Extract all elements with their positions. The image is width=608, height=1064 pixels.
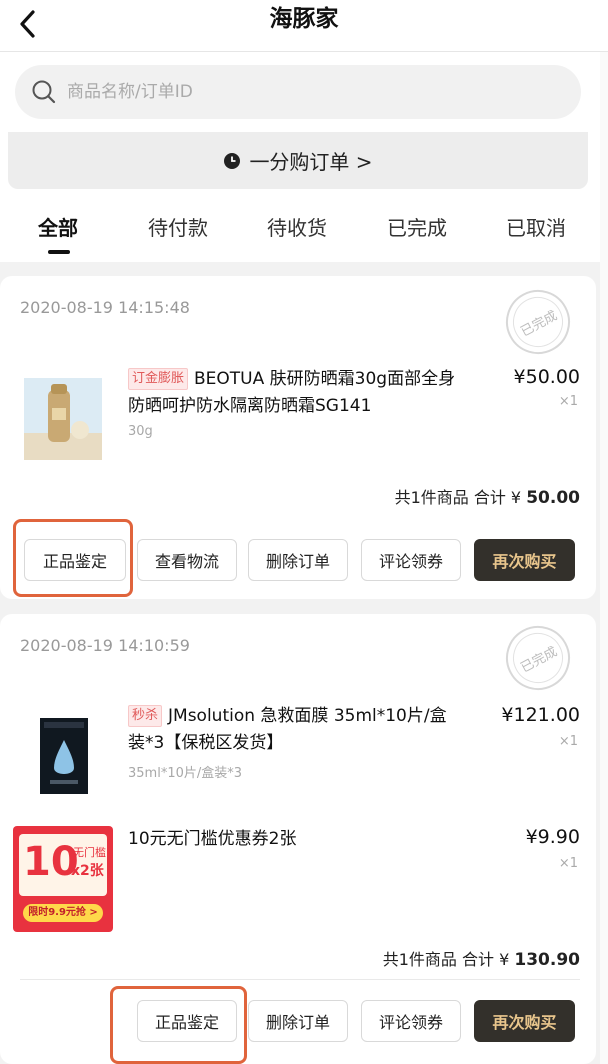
- order-total-label: 共1件商品 合计 ¥: [382, 950, 510, 969]
- product-title: 订金膨胀 BEOTUA 肤研防晒霜30g面部全身防晒呵护防水隔离防晒霜SG141: [128, 366, 458, 420]
- tab-pending-payment[interactable]: 待付款: [128, 210, 228, 246]
- top-area: 一分购订单 > 全部 待付款 待收货 已完成 已取消: [0, 52, 600, 262]
- product-spec: 30g: [128, 424, 153, 439]
- product-image: [40, 718, 88, 794]
- highlight-box: [13, 519, 133, 597]
- tab-pending-receipt[interactable]: 待收货: [247, 210, 347, 246]
- review-coupon-button[interactable]: 评论领券: [361, 1000, 461, 1042]
- buy-again-button[interactable]: 再次购买: [474, 1000, 575, 1042]
- product-name: 10元无门槛优惠券2张: [128, 829, 297, 849]
- order-card: 2020-08-19 14:15:48 已完成 订金膨胀 BEOTUA 肤研防晒霜…: [0, 276, 596, 599]
- review-coupon-button[interactable]: 评论领券: [361, 539, 461, 581]
- product-spec: 35ml*10片/盒装*3: [128, 766, 243, 781]
- tab-all[interactable]: 全部: [8, 210, 108, 246]
- divider: [20, 979, 580, 980]
- order-total-amount: 130.90: [514, 950, 580, 970]
- yifen-label: 一分购订单 >: [249, 150, 373, 174]
- product-title: 秒杀 JMsolution 急救面膜 35ml*10片/盒装*3【保税区发货】: [128, 703, 458, 757]
- delete-order-button[interactable]: 删除订单: [248, 539, 348, 581]
- tab-cancelled[interactable]: 已取消: [486, 210, 586, 246]
- product-image: [24, 378, 102, 460]
- coupon-label-top: 无门槛: [73, 846, 106, 859]
- order-date: 2020-08-19 14:15:48: [20, 298, 190, 317]
- search-bar[interactable]: [15, 65, 581, 119]
- tab-completed[interactable]: 已完成: [367, 210, 467, 246]
- order-item[interactable]: 10 无门槛 x2张 限时9.9元抢 > 10元无门槛优惠券2张 ¥9.90 ×…: [0, 826, 596, 936]
- product-price: ¥121.00: [501, 704, 580, 726]
- search-input[interactable]: [67, 82, 547, 102]
- view-logistics-button[interactable]: 查看物流: [137, 539, 237, 581]
- promo-tag: 订金膨胀: [128, 368, 189, 390]
- product-price: ¥50.00: [513, 366, 580, 388]
- order-card: 2020-08-19 14:10:59 已完成 秒杀 JMsolution 急救面…: [0, 614, 596, 1064]
- search-icon: [32, 80, 56, 104]
- coupon-image: 10 无门槛 x2张 限时9.9元抢 >: [13, 826, 113, 932]
- order-tabs: 全部 待付款 待收货 已完成 已取消: [0, 210, 600, 262]
- order-item[interactable]: 订金膨胀 BEOTUA 肤研防晒霜30g面部全身防晒呵护防水隔离防晒霜SG141 …: [0, 362, 596, 472]
- delete-order-button[interactable]: 删除订单: [248, 1000, 348, 1042]
- buy-again-button[interactable]: 再次购买: [474, 539, 575, 581]
- order-total: 共1件商品 合计 ¥ 50.00: [395, 484, 580, 508]
- order-total-amount: 50.00: [526, 488, 580, 508]
- scrollbar-track: [600, 52, 608, 1064]
- yifen-order-link[interactable]: 一分购订单 >: [8, 132, 588, 189]
- order-item[interactable]: 秒杀 JMsolution 急救面膜 35ml*10片/盒装*3【保税区发货】 3…: [0, 702, 596, 812]
- clock-icon: [223, 152, 241, 170]
- highlight-box: [110, 986, 247, 1064]
- completed-stamp: 已完成: [494, 614, 582, 702]
- product-title: 10元无门槛优惠券2张: [128, 826, 458, 853]
- product-price: ¥9.90: [525, 826, 580, 848]
- product-quantity: ×1: [558, 394, 578, 409]
- product-quantity: ×1: [558, 734, 578, 749]
- coupon-label-mult: x2张: [71, 863, 104, 879]
- page-title: 海豚家: [269, 6, 339, 32]
- completed-stamp: 已完成: [494, 278, 582, 366]
- order-total: 共1件商品 合计 ¥ 130.90: [383, 946, 580, 970]
- active-tab-indicator: [48, 250, 70, 254]
- top-bar: 海豚家: [0, 0, 608, 52]
- order-total-label: 共1件商品 合计 ¥: [394, 488, 522, 507]
- product-quantity: ×1: [558, 856, 578, 871]
- coupon-label-bottom: 限时9.9元抢 >: [23, 904, 103, 922]
- order-date: 2020-08-19 14:10:59: [20, 636, 190, 655]
- product-name: JMsolution 急救面膜 35ml*10片/盒装*3【保税区发货】: [128, 706, 447, 753]
- promo-tag: 秒杀: [128, 705, 163, 727]
